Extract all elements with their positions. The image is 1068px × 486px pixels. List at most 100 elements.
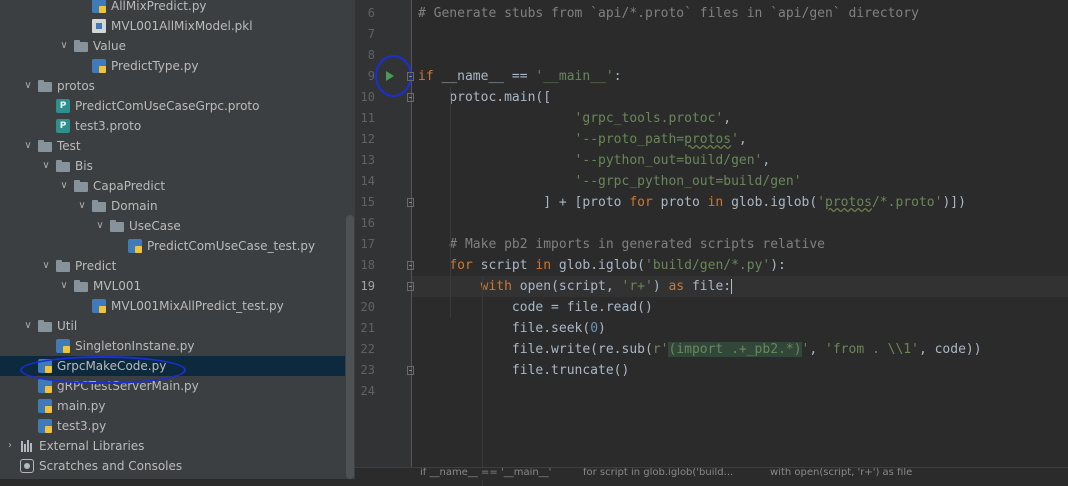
- folder-icon: [56, 160, 70, 172]
- line-number: 9: [367, 69, 375, 83]
- indent-guide: [450, 87, 451, 318]
- line-number: 7: [367, 27, 375, 41]
- tree-item-label: main.py: [57, 399, 106, 413]
- text-caret: [731, 279, 733, 294]
- line-number: 17: [360, 237, 375, 251]
- tree-item-singletoninstane-py[interactable]: SingletonInstane.py: [0, 336, 345, 356]
- chevron-down-icon[interactable]: ∨: [40, 256, 52, 276]
- code-line[interactable]: '--python_out=build/gen',: [418, 150, 771, 171]
- tree-item-main-py[interactable]: main.py: [0, 396, 345, 416]
- code-line[interactable]: file.seek(0): [418, 318, 606, 339]
- tree-item-allmixpredict-py[interactable]: AllMixPredict.py: [0, 0, 345, 16]
- line-number: 14: [360, 174, 375, 188]
- chevron-down-icon[interactable]: ∨: [58, 176, 70, 196]
- tree-item-external-libraries[interactable]: › External Libraries: [0, 436, 345, 456]
- tree-item-mvl001[interactable]: ∨ MVL001: [0, 276, 345, 296]
- code-line[interactable]: 'grpc_tools.protoc',: [418, 108, 732, 129]
- tree-item-mvl001mixallpredict-test-py[interactable]: MVL001MixAllPredict_test.py: [0, 296, 345, 316]
- project-tool-window: AllMixPredict.py MVL001AllMixModel.pkl ∨ Va…: [0, 0, 345, 479]
- python-file-icon: [92, 59, 106, 73]
- folder-icon: [92, 200, 106, 212]
- tree-item-label: Domain: [111, 199, 158, 213]
- tree-item-test[interactable]: ∨ Test: [0, 136, 345, 156]
- folder-icon: [38, 80, 52, 92]
- fold-marker-icon[interactable]: [407, 72, 414, 81]
- chevron-right-icon[interactable]: ›: [4, 436, 16, 456]
- breadcrumb-item-if-main[interactable]: if __name__ == '__main__': [420, 468, 551, 480]
- folder-icon: [110, 220, 124, 232]
- line-number: 24: [360, 384, 375, 398]
- folder-icon: [74, 40, 88, 52]
- tree-item-label: PredictComUseCase_test.py: [147, 239, 316, 253]
- project-tree-scrollbar[interactable]: [345, 0, 355, 479]
- code-line[interactable]: '--grpc_python_out=build/gen': [418, 171, 802, 192]
- tree-item-label: MVL001MixAllPredict_test.py: [111, 299, 284, 313]
- tree-item-predictcomusecase-test-py[interactable]: PredictComUseCase_test.py: [0, 236, 345, 256]
- fold-marker-icon[interactable]: [407, 261, 414, 270]
- tree-item-label: AllMixPredict.py: [111, 0, 207, 13]
- tree-item-predicttype-py[interactable]: PredictType.py: [0, 56, 345, 76]
- scratches-icon: [20, 459, 34, 473]
- chevron-down-icon[interactable]: ∨: [94, 216, 106, 236]
- code-line[interactable]: # Make pb2 imports in generated scripts …: [418, 234, 825, 255]
- tree-item-capapredict[interactable]: ∨ CapaPredict: [0, 176, 345, 196]
- tree-item-mvl001allmixmodel-pkl[interactable]: MVL001AllMixModel.pkl: [0, 16, 345, 36]
- python-file-icon: [92, 299, 106, 313]
- code-line[interactable]: file.truncate(): [418, 360, 629, 381]
- tree-item-label: PredictType.py: [111, 59, 199, 73]
- tree-item-scratches-and-consoles[interactable]: Scratches and Consoles: [0, 456, 345, 476]
- chevron-down-icon[interactable]: ∨: [58, 36, 70, 56]
- line-number: 6: [367, 6, 375, 20]
- pickle-file-icon: [92, 19, 106, 33]
- fold-marker-icon[interactable]: [407, 198, 414, 207]
- tree-item-util[interactable]: ∨ Util: [0, 316, 345, 336]
- chevron-down-icon[interactable]: ∨: [22, 136, 34, 156]
- proto-file-icon: P: [56, 99, 70, 113]
- code-line[interactable]: # Generate stubs from `api/*.proto` file…: [418, 3, 919, 24]
- line-number: 18: [360, 258, 375, 272]
- breadcrumb-item-with-open[interactable]: with open(script, 'r+') as file: [770, 468, 912, 480]
- folder-icon: [38, 140, 52, 152]
- line-number: 21: [360, 321, 375, 335]
- fold-marker-icon[interactable]: [407, 93, 414, 102]
- code-line[interactable]: if __name__ == '__main__':: [418, 66, 622, 87]
- code-line[interactable]: with open(script, 'r+') as file:: [412, 276, 1068, 297]
- tree-item-label: CapaPredict: [93, 179, 166, 193]
- tree-item-label: Test: [57, 139, 81, 153]
- chevron-down-icon[interactable]: ∨: [58, 276, 70, 296]
- tree-item-label: MVL001AllMixModel.pkl: [111, 19, 253, 33]
- code-line[interactable]: ] + [proto for proto in glob.iglob('prot…: [418, 192, 966, 213]
- tree-item-protos[interactable]: ∨ protos: [0, 76, 345, 96]
- tree-item-predict[interactable]: ∨ Predict: [0, 256, 345, 276]
- code-editor[interactable]: 6 7 8 9 10 11 12 13 14 15 16 17 18 19 20 21 22 23 24 # Gen…: [355, 0, 1068, 486]
- chevron-down-icon[interactable]: ∨: [76, 196, 88, 216]
- tree-item-label: UseCase: [129, 219, 181, 233]
- tree-item-test3-py[interactable]: test3.py: [0, 416, 345, 436]
- chevron-down-icon[interactable]: ∨: [40, 156, 52, 176]
- tree-item-predictcomusecasegrpc-proto[interactable]: P PredictComUseCaseGrpc.proto: [0, 96, 345, 116]
- tree-item-domain[interactable]: ∨ Domain: [0, 196, 345, 216]
- scrollbar-thumb[interactable]: [346, 215, 354, 479]
- code-line[interactable]: file.write(re.sub(r'(import .+_pb2.*)', …: [418, 339, 982, 360]
- code-line[interactable]: '--proto_path=protos',: [418, 129, 747, 150]
- folder-icon: [56, 260, 70, 272]
- tree-item-label: External Libraries: [39, 439, 145, 453]
- tree-item-label: protos: [57, 79, 95, 93]
- fold-marker-icon[interactable]: [407, 282, 414, 291]
- tree-item-label: Bis: [75, 159, 93, 173]
- tree-item-usecase[interactable]: ∨ UseCase: [0, 216, 345, 236]
- python-file-icon: [56, 339, 70, 353]
- folder-icon: [38, 320, 52, 332]
- tree-item-label: Predict: [75, 259, 117, 273]
- chevron-down-icon[interactable]: ∨: [22, 76, 34, 96]
- code-line[interactable]: for script in glob.iglob('build/gen/*.py…: [418, 255, 786, 276]
- line-number: 15: [360, 195, 375, 209]
- fold-marker-icon[interactable]: [407, 366, 414, 375]
- chevron-down-icon[interactable]: ∨: [22, 316, 34, 336]
- code-line[interactable]: code = file.read(): [418, 297, 653, 318]
- breadcrumb-item-for-script[interactable]: for script in glob.iglob('build...: [583, 468, 733, 480]
- tree-item-test3-proto[interactable]: Ptest3.proto: [0, 116, 345, 136]
- code-line[interactable]: protoc.main([: [418, 87, 551, 108]
- tree-item-bis[interactable]: ∨ Bis: [0, 156, 345, 176]
- tree-item-value[interactable]: ∨ Value: [0, 36, 345, 56]
